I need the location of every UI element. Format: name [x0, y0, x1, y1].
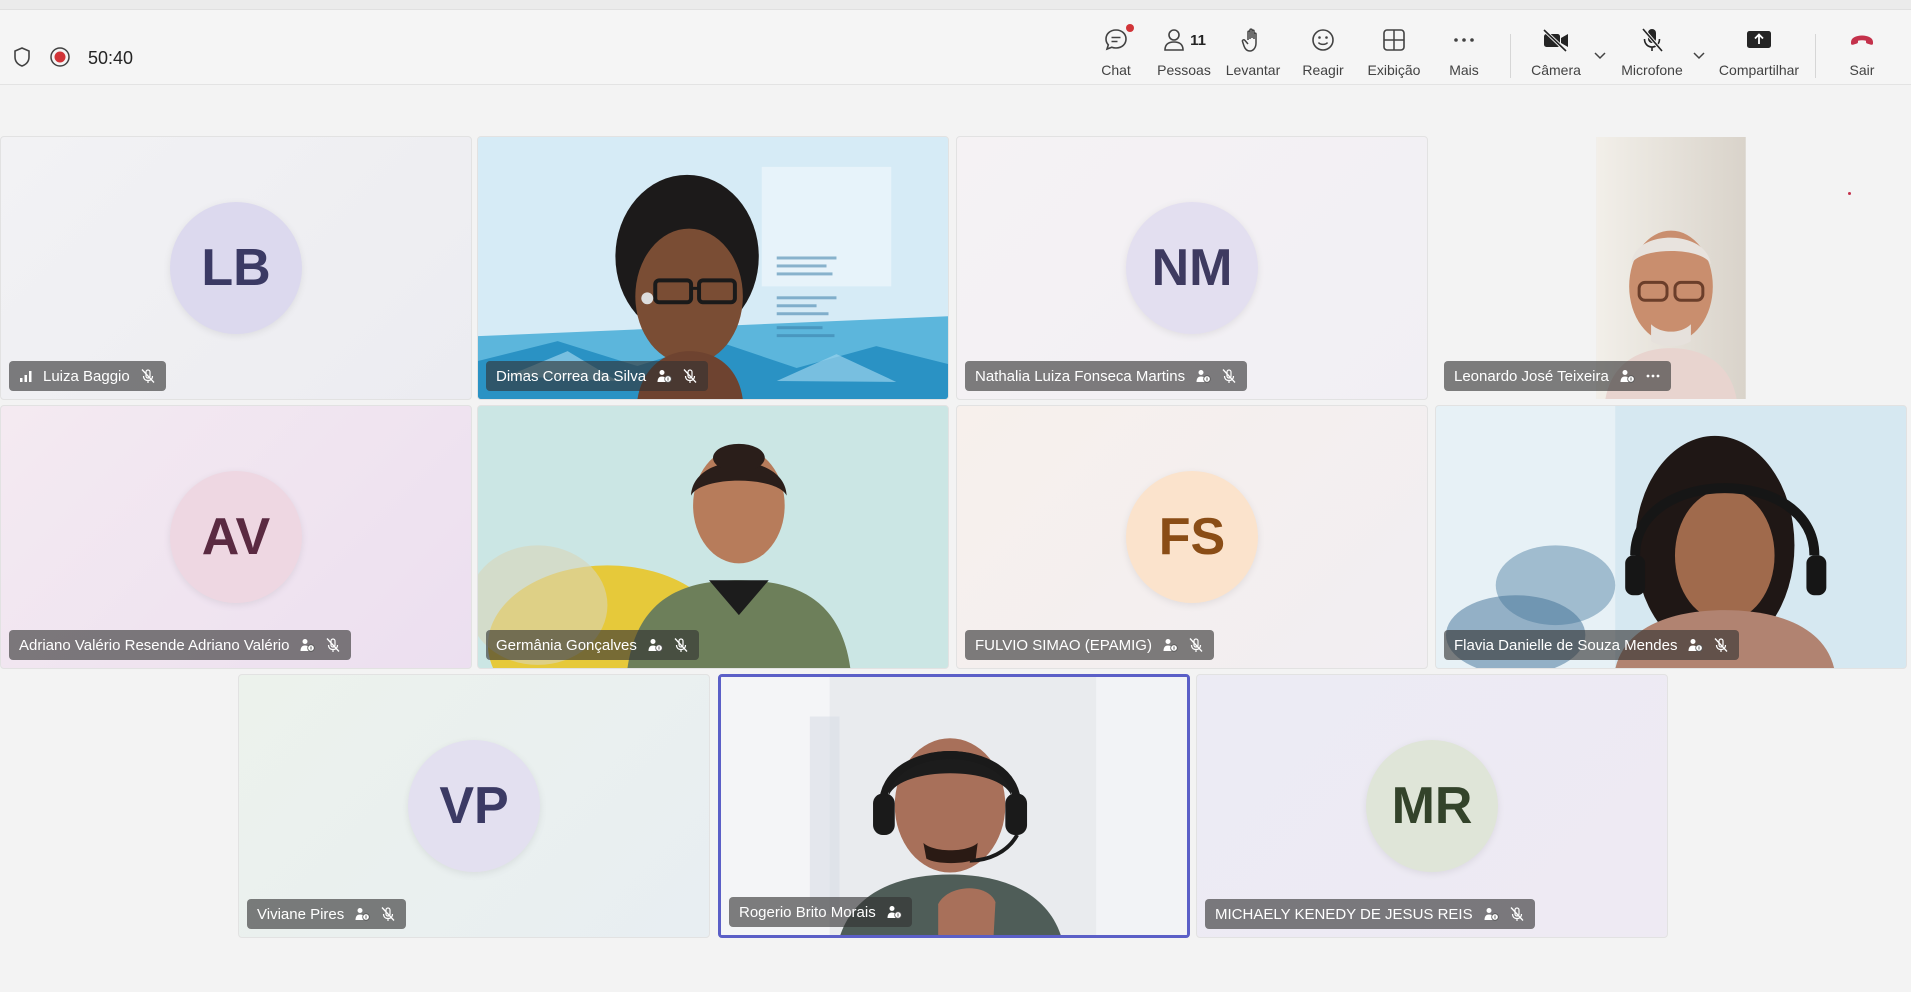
participant-options-icon	[1196, 370, 1211, 383]
camera-button[interactable]: Câmera	[1528, 24, 1584, 86]
participant-options-icon	[1163, 639, 1178, 652]
participant-name: MICHAELY KENEDY DE JESUS REIS	[1215, 905, 1473, 923]
participant-nameplate: Rogerio Brito Morais	[729, 897, 912, 927]
avatar: LB	[170, 202, 302, 334]
participant-options-icon	[1484, 908, 1499, 921]
mic-off-icon	[1641, 27, 1664, 53]
camera-options-chevron-icon[interactable]	[1592, 50, 1608, 62]
react-button[interactable]: Reagir	[1298, 24, 1348, 86]
share-button[interactable]: Compartilhar	[1718, 24, 1800, 86]
more-dots-icon	[1454, 38, 1474, 42]
participant-nameplate: Flavia Danielle de Souza Mendes	[1444, 630, 1740, 660]
grid-layout-icon	[1383, 29, 1405, 51]
window-top-strip	[0, 0, 1911, 10]
participant-tile[interactable]: LB Luiza Baggio	[0, 136, 472, 400]
mic-muted-icon	[141, 369, 155, 383]
meeting-timer: 50:40	[88, 48, 134, 68]
mic-muted-icon	[674, 638, 688, 652]
participant-options-icon	[300, 639, 316, 652]
participant-nameplate: Leonardo José Teixeira	[1444, 361, 1671, 391]
participant-nameplate: FULVIO SIMAO (EPAMIG)	[965, 630, 1214, 660]
chat-button[interactable]: Chat	[1096, 24, 1136, 86]
participant-name: Viviane Pires	[257, 905, 345, 923]
more-dots-icon[interactable]	[1645, 368, 1661, 384]
shield-icon[interactable]	[11, 46, 33, 68]
toolbar-separator	[1815, 34, 1816, 78]
mic-muted-icon	[1714, 638, 1728, 652]
participant-name: FULVIO SIMAO (EPAMIG)	[975, 636, 1152, 654]
hang-up-icon	[1851, 35, 1873, 45]
avatar: MR	[1366, 740, 1498, 872]
participant-name: Rogerio Brito Morais	[739, 903, 876, 921]
mic-muted-icon	[381, 907, 395, 921]
participant-tile[interactable]: MR MICHAELY KENEDY DE JESUS REIS	[1196, 674, 1668, 938]
participant-name: Nathalia Luiza Fonseca Martins	[975, 367, 1186, 385]
participant-name: Flavia Danielle de Souza Mendes	[1454, 636, 1678, 654]
mic-muted-icon	[1222, 369, 1236, 383]
mic-muted-icon	[1510, 907, 1524, 921]
mic-muted-icon	[683, 369, 697, 383]
participant-nameplate: MICHAELY KENEDY DE JESUS REIS	[1205, 899, 1535, 929]
signal-bars-icon	[20, 371, 32, 382]
hand-icon	[1241, 28, 1257, 52]
mic-muted-icon	[1189, 638, 1203, 652]
avatar: NM	[1126, 202, 1258, 334]
avatar: VP	[408, 740, 540, 872]
participant-options-icon	[1620, 370, 1635, 383]
participant-nameplate: Dimas Correa da Silva	[486, 361, 709, 391]
participant-options-icon	[648, 639, 663, 652]
camera-off-icon	[1542, 28, 1568, 53]
smiley-icon	[1312, 29, 1334, 51]
participant-tile-active-speaker[interactable]: Rogerio Brito Morais	[718, 674, 1190, 938]
participant-tile[interactable]: Flavia Danielle de Souza Mendes	[1435, 405, 1907, 669]
participant-tile[interactable]: Leonardo José Teixeira	[1435, 136, 1907, 400]
microphone-button[interactable]: Microfone	[1618, 24, 1686, 86]
avatar: AV	[170, 471, 302, 603]
participant-tile[interactable]: NM Nathalia Luiza Fonseca Martins	[956, 136, 1428, 400]
participant-nameplate: Luiza Baggio	[9, 361, 166, 391]
people-count: 11	[1190, 31, 1206, 49]
raise-hand-button[interactable]: Levantar	[1225, 24, 1281, 86]
participant-tile[interactable]: VP Viviane Pires	[238, 674, 710, 938]
participant-options-icon	[1688, 639, 1704, 652]
participant-tile[interactable]: AV Adriano Valério Resende Adriano Valér…	[0, 405, 472, 669]
participant-options-icon	[355, 908, 370, 921]
participant-name: Luiza Baggio	[43, 367, 130, 385]
participant-nameplate: Viviane Pires	[247, 899, 407, 929]
recording-icon[interactable]	[49, 46, 71, 68]
microphone-options-chevron-icon[interactable]	[1691, 50, 1707, 62]
participant-options-icon	[887, 906, 902, 919]
view-button[interactable]: Exibição	[1365, 24, 1423, 86]
avatar: FS	[1126, 471, 1258, 603]
participant-name: Adriano Valério Resende Adriano Valério	[19, 636, 290, 654]
participant-name: Dimas Correa da Silva	[496, 367, 647, 385]
mic-muted-icon	[326, 638, 340, 652]
participant-name: Leonardo José Teixeira	[1454, 367, 1609, 385]
meeting-toolbar: 50:40 Chat 11 Pessoas Levantar Reagir Ex…	[0, 10, 1911, 85]
share-screen-icon	[1747, 31, 1771, 48]
participant-tile[interactable]: FS FULVIO SIMAO (EPAMIG)	[956, 405, 1428, 669]
participant-tile[interactable]: Germânia Gonçalves	[477, 405, 949, 669]
participant-tile[interactable]: Dimas Correa da Silva	[477, 136, 949, 400]
more-button[interactable]: Mais	[1444, 24, 1484, 86]
participant-name: Germânia Gonçalves	[496, 636, 637, 654]
status-dot	[1848, 192, 1851, 195]
participant-nameplate: Nathalia Luiza Fonseca Martins	[965, 361, 1248, 391]
people-icon	[1164, 29, 1184, 51]
participant-nameplate: Adriano Valério Resende Adriano Valério	[9, 630, 352, 660]
people-button[interactable]: 11 Pessoas	[1156, 24, 1212, 86]
leave-button[interactable]: Sair	[1842, 24, 1882, 86]
participant-options-icon	[657, 370, 672, 383]
toolbar-separator	[1510, 34, 1511, 78]
unread-badge	[1126, 24, 1134, 32]
participant-nameplate: Germânia Gonçalves	[486, 630, 699, 660]
